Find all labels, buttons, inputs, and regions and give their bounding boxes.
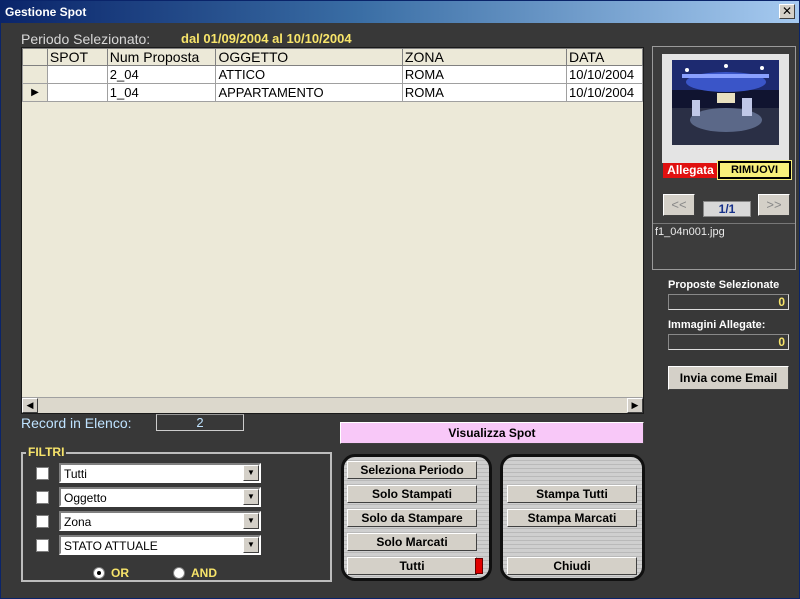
- filter-combo-oggetto[interactable]: Oggetto ▼: [59, 487, 261, 507]
- image-page-indicator: 1/1: [703, 201, 751, 217]
- grid-header-row: SPOT Num Proposta OGGETTO ZONA DATA: [22, 48, 643, 66]
- filter-combo-tutti[interactable]: Tutti ▼: [59, 463, 261, 483]
- filter-combo-zona[interactable]: Zona ▼: [59, 511, 261, 531]
- stampa-marcati-button[interactable]: Stampa Marcati: [507, 509, 637, 527]
- filters-legend: FILTRI: [26, 445, 67, 459]
- combo-value: Tutti: [64, 467, 87, 481]
- period-value: dal 01/09/2004 al 10/10/2004: [181, 31, 352, 46]
- stampa-tutti-button[interactable]: Stampa Tutti: [507, 485, 637, 503]
- image-panel: Allegata RIMUOVI << 1/1 >> f1_04n001.jpg: [652, 46, 796, 270]
- row-selector-current-icon[interactable]: ▶: [22, 83, 48, 102]
- cell-oggetto[interactable]: ATTICO: [215, 65, 403, 84]
- scroll-left-icon[interactable]: ◀: [22, 398, 38, 413]
- row-selector[interactable]: [22, 65, 48, 84]
- close-icon: ✕: [781, 4, 793, 18]
- allegata-badge: Allegata: [663, 163, 718, 178]
- combo-value: Oggetto: [64, 491, 107, 505]
- filter-checkbox-zona[interactable]: [36, 515, 49, 528]
- visualizza-spot-button[interactable]: Visualizza Spot: [340, 422, 644, 444]
- rimuovi-button[interactable]: RIMUOVI: [717, 160, 792, 180]
- solo-stampati-button[interactable]: Solo Stampati: [347, 485, 477, 503]
- table-row[interactable]: ▶ 1_04 APPARTAMENTO ROMA 10/10/2004: [22, 83, 643, 102]
- scroll-right-icon[interactable]: ▶: [627, 398, 643, 413]
- radio-or-label: OR: [111, 566, 129, 580]
- cell-spot[interactable]: [46, 83, 108, 102]
- column-header-zona[interactable]: ZONA: [401, 48, 568, 66]
- attached-photo[interactable]: [672, 60, 779, 145]
- filter-checkbox-stato[interactable]: [36, 539, 49, 552]
- immagini-allegate-label: Immagini Allegate:: [668, 319, 766, 331]
- column-header-oggetto[interactable]: OGGETTO: [215, 48, 403, 66]
- chevron-down-icon[interactable]: ▼: [243, 513, 259, 529]
- column-header-spot[interactable]: SPOT: [46, 48, 108, 66]
- window-title: Gestione Spot: [5, 5, 87, 19]
- invia-email-button[interactable]: Invia come Email: [668, 366, 789, 390]
- record-count-value: 2: [156, 414, 244, 431]
- close-button[interactable]: ✕: [779, 4, 795, 19]
- cell-data[interactable]: 10/10/2004: [566, 65, 643, 84]
- gestione-spot-window: Gestione Spot ✕ Periodo Selezionato: dal…: [0, 0, 800, 599]
- combo-value: STATO ATTUALE: [64, 539, 158, 553]
- cell-spot[interactable]: [46, 65, 108, 84]
- filter-checkbox-tutti[interactable]: [36, 467, 49, 480]
- previous-image-button[interactable]: <<: [663, 194, 695, 216]
- radio-and[interactable]: [173, 567, 185, 579]
- solo-da-stampare-button[interactable]: Solo da Stampare: [347, 509, 477, 527]
- radio-or[interactable]: [93, 567, 105, 579]
- proposte-selezionate-value: 0: [668, 294, 789, 310]
- chiudi-button[interactable]: Chiudi: [507, 557, 637, 575]
- filter-checkbox-oggetto[interactable]: [36, 491, 49, 504]
- spot-grid[interactable]: SPOT Num Proposta OGGETTO ZONA DATA 2_04…: [21, 47, 644, 414]
- active-indicator: [475, 558, 483, 574]
- cell-data[interactable]: 10/10/2004: [566, 83, 643, 102]
- next-image-button[interactable]: >>: [758, 194, 790, 216]
- cell-num-proposta[interactable]: 1_04: [106, 83, 217, 102]
- cell-oggetto[interactable]: APPARTAMENTO: [215, 83, 403, 102]
- cell-num-proposta[interactable]: 2_04: [106, 65, 217, 84]
- record-count-label: Record in Elenco:: [21, 415, 132, 431]
- chevron-down-icon[interactable]: ▼: [243, 465, 259, 481]
- radio-and-label: AND: [191, 566, 217, 580]
- column-header-data[interactable]: DATA: [566, 48, 643, 66]
- combo-value: Zona: [64, 515, 92, 529]
- title-bar: Gestione Spot ✕: [1, 1, 799, 23]
- solo-marcati-button[interactable]: Solo Marcati: [347, 533, 477, 551]
- period-label: Periodo Selezionato:: [21, 31, 151, 47]
- column-header-num-proposta[interactable]: Num Proposta: [106, 48, 217, 66]
- cell-zona[interactable]: ROMA: [401, 83, 568, 102]
- spot-table: SPOT Num Proposta OGGETTO ZONA DATA 2_04…: [22, 48, 643, 102]
- image-frame: [662, 54, 789, 163]
- table-row[interactable]: 2_04 ATTICO ROMA 10/10/2004: [22, 65, 643, 84]
- seleziona-periodo-button[interactable]: Seleziona Periodo: [347, 461, 477, 479]
- filter-combo-stato[interactable]: STATO ATTUALE ▼: [59, 535, 261, 555]
- horizontal-scrollbar[interactable]: ◀ ▶: [22, 397, 643, 413]
- proposte-selezionate-label: Proposte Selezionate: [668, 279, 780, 291]
- immagini-allegate-value: 0: [668, 334, 789, 350]
- chevron-down-icon[interactable]: ▼: [243, 489, 259, 505]
- image-filename: f1_04n001.jpg: [653, 223, 795, 269]
- chevron-down-icon[interactable]: ▼: [243, 537, 259, 553]
- cell-zona[interactable]: ROMA: [401, 65, 568, 84]
- row-selector-header: [22, 48, 48, 66]
- tutti-button[interactable]: Tutti: [347, 557, 477, 575]
